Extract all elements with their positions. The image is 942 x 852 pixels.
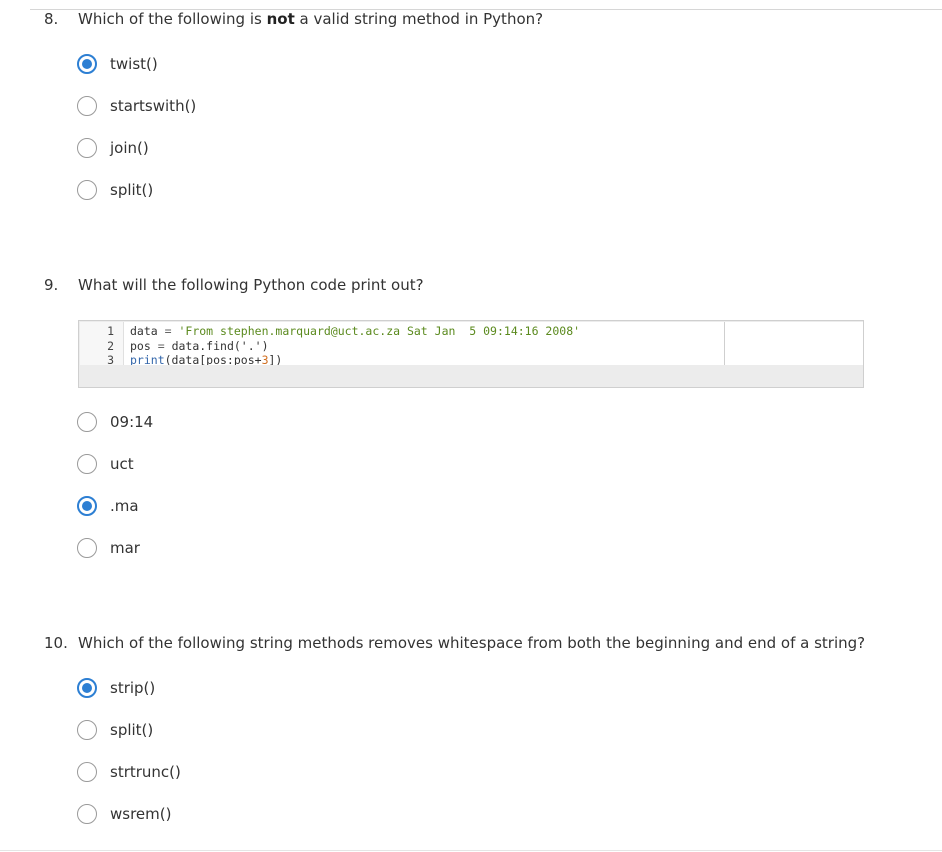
option-label: split() [110,721,154,739]
code-token-variable: data [130,324,158,338]
answer-option-split[interactable]: split() [77,718,153,742]
answer-option-split[interactable]: split() [77,178,153,202]
answer-option-startswith[interactable]: startswith() [77,94,196,118]
radio-button[interactable] [77,96,97,116]
question-text-emphasis: not [266,10,295,28]
code-line-1: data = 'From stephen.marquard@uct.ac.za … [130,324,580,339]
option-label: mar [110,539,140,557]
option-label: startswith() [110,97,197,115]
code-token-operator: = [150,339,172,353]
question-text: What will the following Python code prin… [78,276,424,294]
question-text: Which of the following string methods re… [78,634,866,652]
answer-option-0914[interactable]: 09:14 [77,410,153,434]
answer-option-strip[interactable]: strip() [77,676,155,700]
code-line-3: print(data[pos:pos+3]) [130,353,282,365]
option-label: split() [110,181,154,199]
option-label: strtrunc() [110,763,181,781]
bottom-divider [0,850,942,851]
answer-option-strtrunc[interactable]: strtrunc() [77,760,181,784]
answer-option-wsrem[interactable]: wsrem() [77,802,171,826]
answer-option-uct[interactable]: uct [77,452,134,476]
line-number: 1 [107,324,114,338]
code-editor: 1 2 3 data = 'From stephen.marquard@uct.… [78,320,864,388]
line-number: 2 [107,339,114,353]
code-token-expression: (data[pos:pos+ [164,353,262,365]
option-label: .ma [110,497,139,515]
code-token-keyword: print [130,353,165,365]
option-label: join() [110,139,149,157]
answer-option-join[interactable]: join() [77,136,149,160]
radio-button-selected[interactable] [77,54,97,74]
question-number: 10. [44,634,68,652]
radio-button[interactable] [77,412,97,432]
option-label: twist() [110,55,158,73]
radio-button[interactable] [77,454,97,474]
code-token-operator: = [157,324,179,338]
radio-button[interactable] [77,720,97,740]
question-number: 9. [44,276,59,294]
radio-button[interactable] [77,138,97,158]
code-token-variable: pos [130,339,151,353]
radio-button[interactable] [77,804,97,824]
option-label: 09:14 [110,413,154,431]
option-label: strip() [110,679,156,697]
answer-option-mar[interactable]: mar [77,536,140,560]
code-output-panel [724,322,863,365]
line-number: 3 [107,353,114,365]
code-line-2: pos = data.find('.') [130,339,269,354]
question-text: Which of the following is not a valid st… [78,10,543,28]
answer-option-ma[interactable]: .ma [77,494,139,518]
question-number: 8. [44,10,59,28]
question-text-part: Which of the following is [78,10,267,28]
code-editor-content[interactable]: 1 2 3 data = 'From stephen.marquard@uct.… [80,322,724,365]
radio-button-selected[interactable] [77,678,97,698]
answer-option-twist[interactable]: twist() [77,52,158,76]
code-token-expression: data.find('.') [171,339,269,353]
radio-button[interactable] [77,538,97,558]
code-token-number: 3 [261,353,269,365]
option-label: uct [110,455,134,473]
option-label: wsrem() [110,805,172,823]
radio-button[interactable] [77,180,97,200]
code-token-string: 'From stephen.marquard@uct.ac.za Sat Jan… [178,324,581,338]
question-text-part: a valid string method in Python? [294,10,544,28]
code-token-expression: ]) [268,353,283,365]
radio-button-selected[interactable] [77,496,97,516]
radio-button[interactable] [77,762,97,782]
